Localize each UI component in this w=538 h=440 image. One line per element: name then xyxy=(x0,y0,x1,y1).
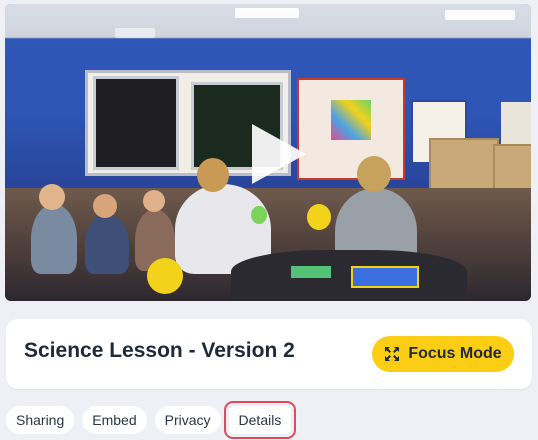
video-player[interactable] xyxy=(5,4,531,301)
focus-mode-button[interactable]: Focus Mode xyxy=(372,336,514,372)
lesson-page: Science Lesson - Version 2 Focus Mode Sh… xyxy=(0,0,538,440)
play-icon[interactable] xyxy=(252,124,306,184)
lesson-tabs: Sharing Embed Privacy Details xyxy=(6,401,297,439)
tab-privacy[interactable]: Privacy xyxy=(154,406,221,434)
focus-mode-label: Focus Mode xyxy=(408,345,502,362)
tab-embed[interactable]: Embed xyxy=(82,406,147,434)
tab-details[interactable]: Details xyxy=(223,401,297,439)
tab-sharing[interactable]: Sharing xyxy=(6,406,75,434)
lesson-title: Science Lesson - Version 2 xyxy=(24,339,295,362)
lesson-title-card: Science Lesson - Version 2 Focus Mode xyxy=(6,319,532,389)
expand-arrows-icon xyxy=(385,347,400,361)
